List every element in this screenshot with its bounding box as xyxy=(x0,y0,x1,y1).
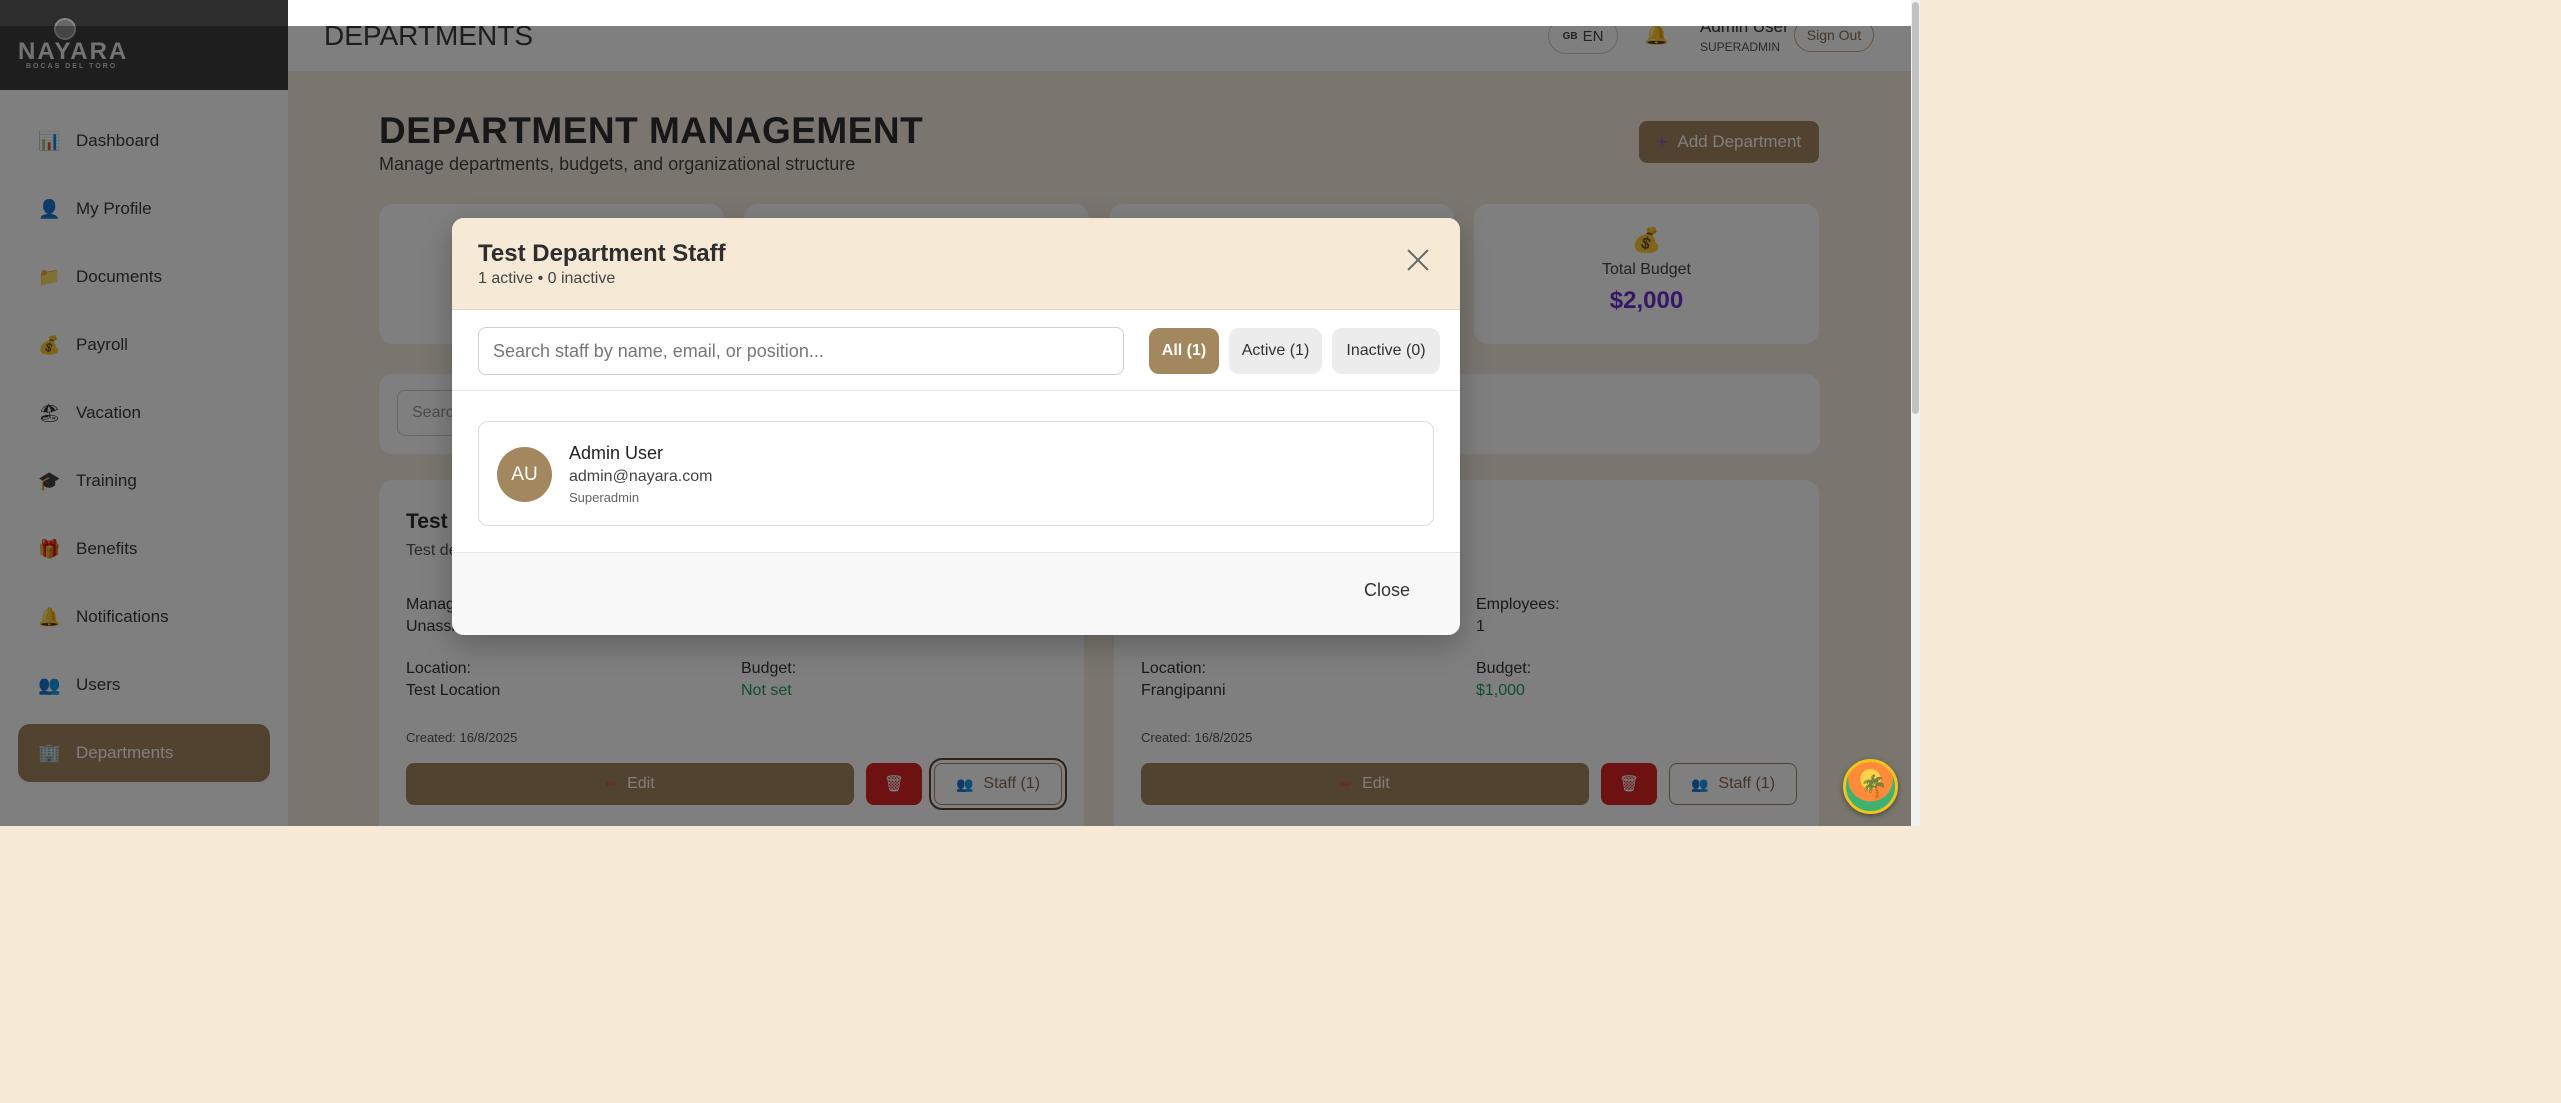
close-button[interactable]: Close xyxy=(1364,580,1410,601)
filter-active-button[interactable]: Active (1) xyxy=(1229,328,1322,374)
modal-title: Test Department Staff xyxy=(478,240,726,267)
staff-list-item[interactable]: AU Admin User admin@nayara.com Superadmi… xyxy=(478,421,1434,526)
staff-position: Superadmin xyxy=(569,490,640,505)
modal-footer: Close xyxy=(452,552,1460,635)
staff-name: Admin User xyxy=(569,443,664,463)
staff-search-input[interactable] xyxy=(478,327,1124,375)
vertical-scrollbar[interactable] xyxy=(1911,0,1920,826)
palm-tree-icon: 🌴 xyxy=(1860,774,1888,799)
staff-list: AU Admin User admin@nayara.com Superadmi… xyxy=(478,421,1434,526)
modal-subtitle: 1 active • 0 inactive xyxy=(478,270,616,287)
app-window: NAYARA BOCAS DEL TORO 📊 Dashboard 👤 My P… xyxy=(0,0,1911,826)
staff-email: admin@nayara.com xyxy=(569,468,713,485)
staff-modal: Test Department Staff 1 active • 0 inact… xyxy=(452,218,1460,635)
filter-all-button[interactable]: All (1) xyxy=(1149,328,1219,374)
logo-shade xyxy=(0,0,288,26)
header-top-strip xyxy=(288,0,1911,26)
filter-inactive-button[interactable]: Inactive (0) xyxy=(1332,328,1440,374)
scrollbar-thumb[interactable] xyxy=(1912,2,1919,414)
assistant-mascot-button[interactable]: 🌴 xyxy=(1843,759,1898,814)
close-icon[interactable] xyxy=(1404,246,1432,274)
modal-toolbar: All (1) Active (1) Inactive (0) xyxy=(452,310,1460,391)
modal-header: Test Department Staff 1 active • 0 inact… xyxy=(452,218,1460,310)
avatar: AU xyxy=(497,447,552,502)
